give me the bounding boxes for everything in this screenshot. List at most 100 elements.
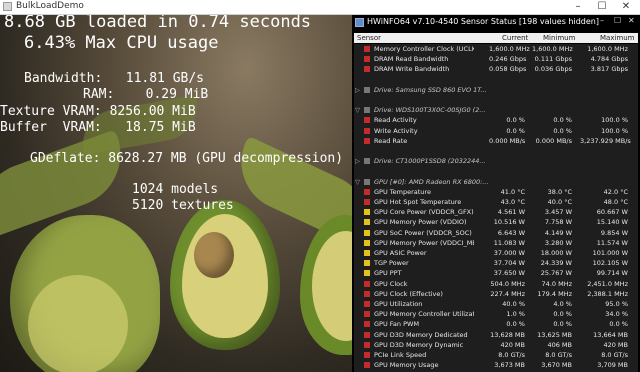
sensor-name: GPU Temperature <box>374 187 431 196</box>
sensor-current: 227.4 MHz <box>490 289 525 298</box>
sensor-row[interactable]: GPU Core Power (VDDCR_GFX) 4.561 W 3.457 W… <box>354 207 638 217</box>
sensor-current: 0.0 % <box>506 116 525 125</box>
device-icon <box>364 178 370 185</box>
column-current[interactable]: Current <box>502 34 528 42</box>
sensor-row[interactable]: GPU PPT 37.650 W 25.767 W 99.714 W <box>354 268 638 278</box>
sensor-row[interactable]: GPU D3D Memory Dedicated 13,628 MB 13,625 … <box>354 330 638 340</box>
maximize-button[interactable]: ☐ <box>592 0 612 14</box>
sensor-maximum: 100.0 % <box>601 126 628 135</box>
avocado-model <box>10 215 160 372</box>
sensor-icon <box>364 46 370 52</box>
close-button[interactable]: ✕ <box>616 0 636 14</box>
sensor-row[interactable]: Read Activity 0.0 % 0.0 % 100.0 % <box>354 115 638 125</box>
hwinfo-minimize-button[interactable]: – <box>600 16 604 25</box>
cpu-usage-text: 6.43% Max CPU usage <box>24 33 219 53</box>
load-time-text: 8.68 GB loaded in 0.74 seconds <box>4 15 312 32</box>
sensor-minimum: 1,600.0 MHz <box>532 45 573 53</box>
sensor-current: 43.0 °C <box>500 198 525 206</box>
sensor-minimum: 0.0 % <box>553 320 572 329</box>
sensor-row[interactable]: GPU ASIC Power 37.000 W 18.000 W 101.000 W <box>354 248 638 258</box>
sensor-name: GPU D3D Memory Dedicated <box>374 330 468 339</box>
expand-icon[interactable]: ▷ <box>355 85 360 95</box>
sensor-name: GPU Clock (Effective) <box>374 289 443 298</box>
sensor-row[interactable]: GPU Clock (Effective) 227.4 MHz 179.4 MHz 2… <box>354 289 638 299</box>
sensor-row[interactable]: GPU SoC Power (VDDCR_SOC) 6.643 W 4.149 W 9… <box>354 228 638 238</box>
sensor-maximum: 1,600.0 MHz <box>587 45 628 53</box>
sensor-row[interactable]: Read Rate 0.000 MB/s 0.000 MB/s 3,237.929 M… <box>354 136 638 146</box>
sensor-group[interactable]: ▽ GPU [#0]: AMD Radeon RX 6800:... <box>354 177 638 187</box>
sensor-maximum: 0.0 % <box>609 320 628 329</box>
sensor-minimum: 406 MB <box>547 340 572 349</box>
column-header: Sensor Current Minimum Maximum <box>354 33 638 43</box>
sensor-row[interactable]: GPU Hot Spot Temperature 43.0 °C 40.0 °C 48… <box>354 197 638 207</box>
sensor-maximum: 102.105 W <box>592 259 628 268</box>
collapse-icon[interactable]: ▽ <box>355 105 360 115</box>
app-titlebar: BulkLoadDemo – ☐ ✕ <box>0 0 640 15</box>
hwinfo-maximize-button[interactable]: ☐ <box>614 16 621 25</box>
sensor-icon <box>364 321 370 328</box>
sensor-row[interactable]: GPU Memory Power (VDDIO) 10.516 W 7.758 W 1… <box>354 217 638 227</box>
minimize-button[interactable]: – <box>568 0 588 14</box>
sensor-row[interactable]: GPU Temperature 41.0 °C 38.0 °C 42.0 °C <box>354 187 638 197</box>
sensor-row[interactable]: GPU Memory Power (VDDCI_MEM) 11.083 W 3.28… <box>354 238 638 248</box>
sensor-minimum: 179.4 MHz <box>537 289 572 298</box>
sensor-group[interactable]: ▷ Drive: Samsung SSD 860 EVO 1T... <box>354 85 638 95</box>
sensor-maximum: 4.784 Gbps <box>590 55 628 64</box>
hwinfo-close-button[interactable]: ✕ <box>628 16 635 25</box>
sensor-icon <box>364 66 370 73</box>
sensor-minimum: 4.0 % <box>553 300 572 308</box>
window-title: BulkLoadDemo <box>16 1 84 11</box>
sensor-maximum: 34.0 % <box>605 310 628 319</box>
sensor-group-label: Drive: WDS100T3X0C-00SJG0 (2... <box>374 106 486 115</box>
sensor-name: GPU D3D Memory Dynamic <box>374 340 464 349</box>
sensor-row[interactable]: GPU D3D Memory Dynamic 420 MB 406 MB 420 MB <box>354 340 638 350</box>
power-icon <box>364 209 370 216</box>
sensor-maximum: 11.574 W <box>596 238 628 247</box>
sensor-current: 3,673 MB <box>494 361 525 370</box>
texture-vram-stat: Texture VRAM: 8256.00 MiB <box>0 104 196 119</box>
sensor-maximum: 95.0 % <box>605 300 628 308</box>
sensor-row[interactable]: GPU Utilization 40.0 % 4.0 % 95.0 % <box>354 299 638 309</box>
hwinfo-window: HWiNFO64 v7.10-4540 Sensor Status [198 v… <box>352 15 640 372</box>
sensor-current: 420 MB <box>500 340 525 349</box>
sensor-row[interactable]: GPU Memory Usage 3,673 MB 3,670 MB 3,709 MB <box>354 360 638 370</box>
sensor-icon <box>364 199 370 205</box>
expand-icon[interactable]: ▷ <box>355 156 360 166</box>
collapse-icon[interactable]: ▽ <box>355 177 360 187</box>
avocado-seed <box>194 232 234 278</box>
sensor-minimum: 3,670 MB <box>541 361 572 370</box>
sensor-group[interactable]: ▷ Drive: CT1000P1SSD8 (2032244... <box>354 156 638 166</box>
sensor-row[interactable]: DRAM Write Bandwidth 0.058 Gbps 0.036 Gbps… <box>354 64 638 74</box>
column-maximum[interactable]: Maximum <box>600 34 635 42</box>
sensor-current: 37.000 W <box>493 249 525 257</box>
sensor-row[interactable]: GPU Memory Controller Utilization 1.0 % 0.… <box>354 309 638 319</box>
sensor-maximum: 3.817 Gbps <box>590 65 628 74</box>
sensor-group[interactable]: ▽ Drive: WDS100T3X0C-00SJG0 (2... <box>354 105 638 115</box>
sensor-maximum: 60.667 W <box>596 208 628 217</box>
sensor-row[interactable]: DRAM Read Bandwidth 0.246 Gbps 0.111 Gbps 4… <box>354 54 638 64</box>
sensor-icon <box>364 301 370 307</box>
power-icon <box>364 229 370 236</box>
sensor-row[interactable]: PCIe Link Speed 8.0 GT/s 8.0 GT/s 8.0 GT/s <box>354 350 638 360</box>
sensor-list: Memory Controller Clock (UCLK) 1,600.0 MH… <box>354 44 638 372</box>
sensor-row[interactable]: GPU Clock 504.0 MHz 74.0 MHz 2,451.0 MHz <box>354 279 638 289</box>
sensor-name: Memory Controller Clock (UCLK) <box>374 45 474 53</box>
sensor-icon <box>364 117 370 124</box>
textures-count: 5120 textures <box>132 198 234 213</box>
sensor-minimum: 25.767 W <box>540 269 572 278</box>
hwinfo-app-icon <box>355 18 364 27</box>
sensor-row[interactable]: Write Activity 0.0 % 0.0 % 100.0 % <box>354 126 638 136</box>
sensor-minimum: 13,625 MB <box>537 330 572 339</box>
sensor-icon <box>364 352 370 358</box>
sensor-name: Read Rate <box>374 136 408 145</box>
sensor-current: 41.0 °C <box>500 187 525 196</box>
sensor-row[interactable]: Memory Controller Clock (UCLK) 1,600.0 MH… <box>354 44 638 54</box>
sensor-maximum: 15.140 W <box>596 218 628 227</box>
gdeflate-stat: GDeflate: 8628.27 MB (GPU decompression) <box>30 151 344 166</box>
sensor-current: 11.083 W <box>493 238 525 247</box>
sensor-minimum: 0.0 % <box>553 116 572 125</box>
sensor-row[interactable]: TGP Power 37.704 W 24.339 W 102.105 W <box>354 258 638 268</box>
sensor-row[interactable]: GPU Fan PWM 0.0 % 0.0 % 0.0 % <box>354 319 638 329</box>
column-sensor[interactable]: Sensor <box>357 34 381 42</box>
column-minimum[interactable]: Minimum <box>543 34 575 42</box>
